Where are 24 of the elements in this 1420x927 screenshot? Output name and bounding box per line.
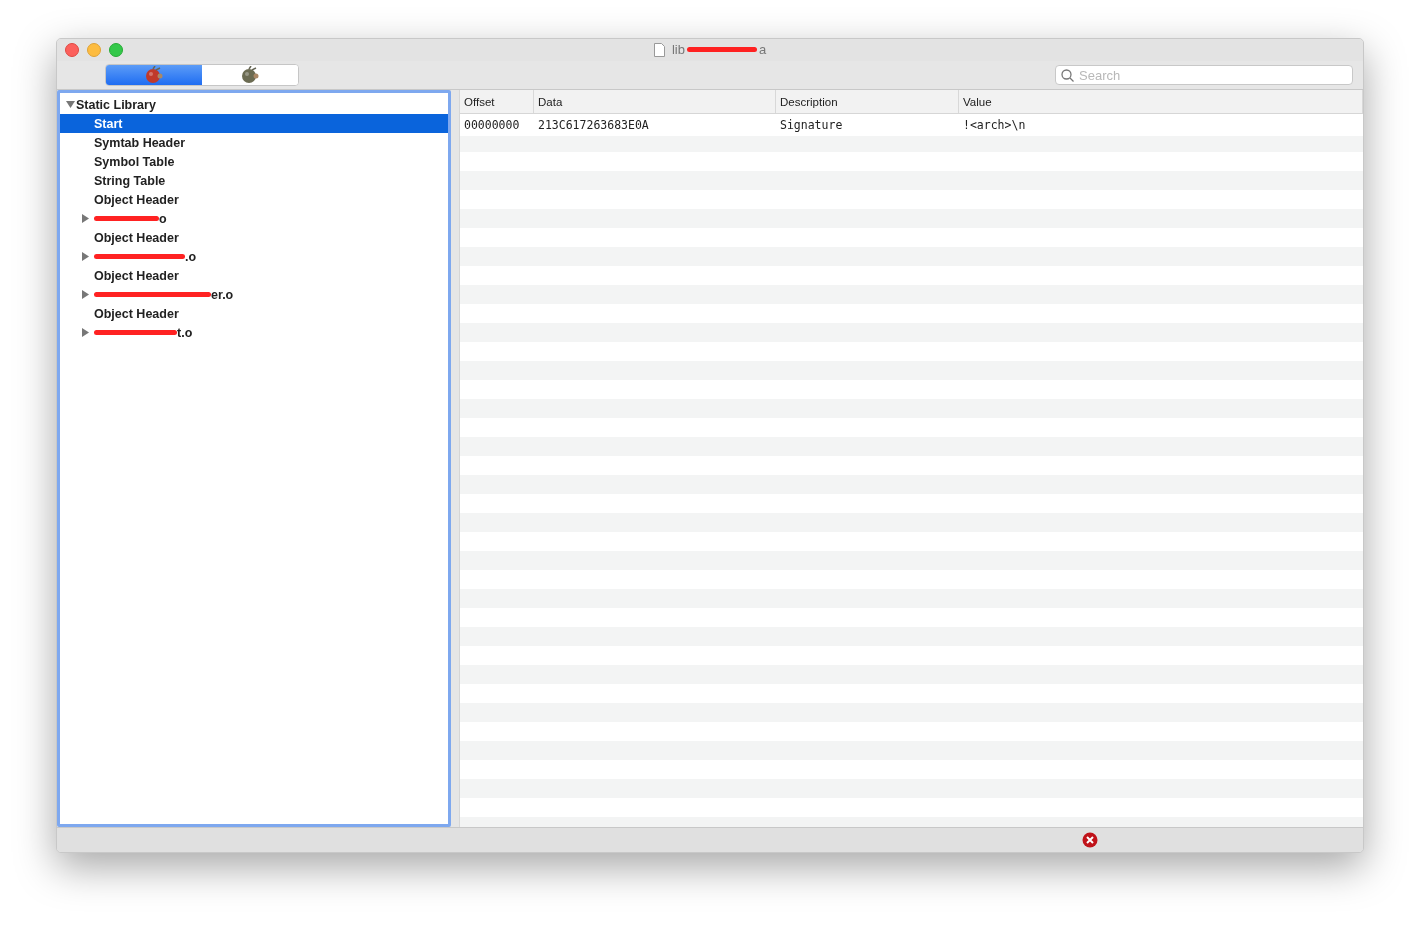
tree-item[interactable]: Symbol Table xyxy=(60,152,449,171)
tree-item[interactable]: Start xyxy=(60,114,449,133)
tree-item[interactable]: String Table xyxy=(60,171,449,190)
table-cell-text: Signature xyxy=(779,118,844,132)
column-header[interactable]: Description xyxy=(776,90,959,113)
tree-item[interactable]: o xyxy=(60,209,449,228)
tree-item[interactable]: Object Header xyxy=(60,190,449,209)
table-cell-text: 00000000 xyxy=(463,118,521,132)
window-title: lib xyxy=(671,42,685,57)
tree-item[interactable]: er.o xyxy=(60,285,449,304)
tree-item[interactable]: Object Header xyxy=(60,228,449,247)
window-title: a xyxy=(758,42,767,57)
tree-item[interactable]: Object Header xyxy=(60,266,449,285)
column-header[interactable]: Value xyxy=(959,90,1363,113)
search-field[interactable]: Search xyxy=(1055,65,1353,85)
column-header[interactable]: Data xyxy=(534,90,776,113)
tree-item[interactable]: Object Header xyxy=(60,304,449,323)
tree-item[interactable]: Symtab Header xyxy=(60,133,449,152)
table-cell-text: !<arch>\n xyxy=(962,118,1027,132)
column-header[interactable]: Offset xyxy=(460,90,534,113)
tree-item[interactable]: .o xyxy=(60,247,449,266)
table-cell-text: 213C617263683E0A xyxy=(537,118,650,132)
tree-item[interactable]: t.o xyxy=(60,323,449,342)
tree-item[interactable]: Static Library xyxy=(60,95,449,114)
